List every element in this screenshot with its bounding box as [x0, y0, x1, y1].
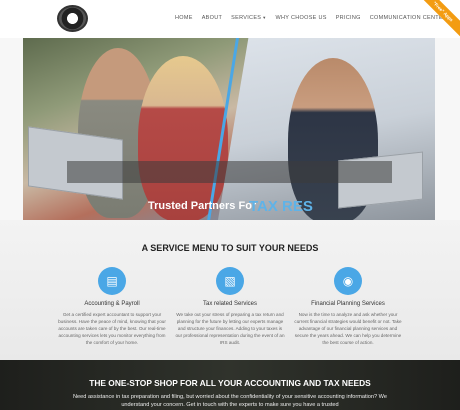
service-title[interactable]: Tax related Services	[175, 301, 285, 307]
woman-figure	[138, 56, 228, 220]
document-icon[interactable]: ▤	[98, 267, 126, 295]
hero-image-businessman	[218, 38, 435, 220]
nav-about[interactable]: About	[202, 15, 222, 21]
hero-banner	[0, 38, 460, 220]
nav-services[interactable]: Services▼	[231, 15, 266, 21]
hero-tagline-accent: TAX RES	[249, 198, 313, 215]
services-section: A Service Menu to Suit Your Needs ▤ Acco…	[0, 220, 460, 360]
nav-services-label: Services	[231, 15, 262, 21]
one-stop-shop-band: The One-Stop Shop for All Your Accountin…	[0, 360, 460, 410]
one-stop-shop-title: The One-Stop Shop for All Your Accountin…	[89, 378, 371, 388]
service-description: We take out your stress of preparing a t…	[175, 312, 285, 345]
site-logo[interactable]	[57, 5, 88, 32]
service-financial-planning: ◉ Financial Planning Services Now is the…	[293, 267, 403, 346]
hero-tagline: Trusted Partners For	[148, 200, 257, 212]
main-nav: Home About Services▼ Why Choose Us Prici…	[175, 15, 456, 21]
nav-communication-center[interactable]: Communication Center	[370, 15, 447, 21]
service-title[interactable]: Accounting & Payroll	[57, 301, 167, 307]
service-accounting: ▤ Accounting & Payroll Get a certified e…	[57, 267, 167, 346]
one-stop-shop-text: Need assistance in tax preparation and f…	[73, 394, 387, 408]
tagline-band	[67, 161, 392, 183]
service-tax: ▧ Tax related Services We take out your …	[175, 267, 285, 346]
hero-image-couple	[23, 38, 253, 220]
laptop-icon[interactable]: ▧	[216, 267, 244, 295]
nav-why-choose-us[interactable]: Why Choose Us	[276, 15, 327, 21]
chevron-down-icon: ▼	[262, 15, 267, 20]
nav-pricing[interactable]: Pricing	[336, 15, 361, 21]
site-header: Home About Services▼ Why Choose Us Prici…	[0, 0, 460, 41]
service-description: Now is the time to analyze and ask wheth…	[294, 312, 402, 345]
service-description: Get a certified expert accountant to sup…	[58, 312, 166, 345]
globe-icon[interactable]: ◉	[334, 267, 362, 295]
nav-home[interactable]: Home	[175, 15, 193, 21]
service-title[interactable]: Financial Planning Services	[293, 301, 403, 307]
services-title: A Service Menu to Suit Your Needs	[141, 243, 319, 253]
